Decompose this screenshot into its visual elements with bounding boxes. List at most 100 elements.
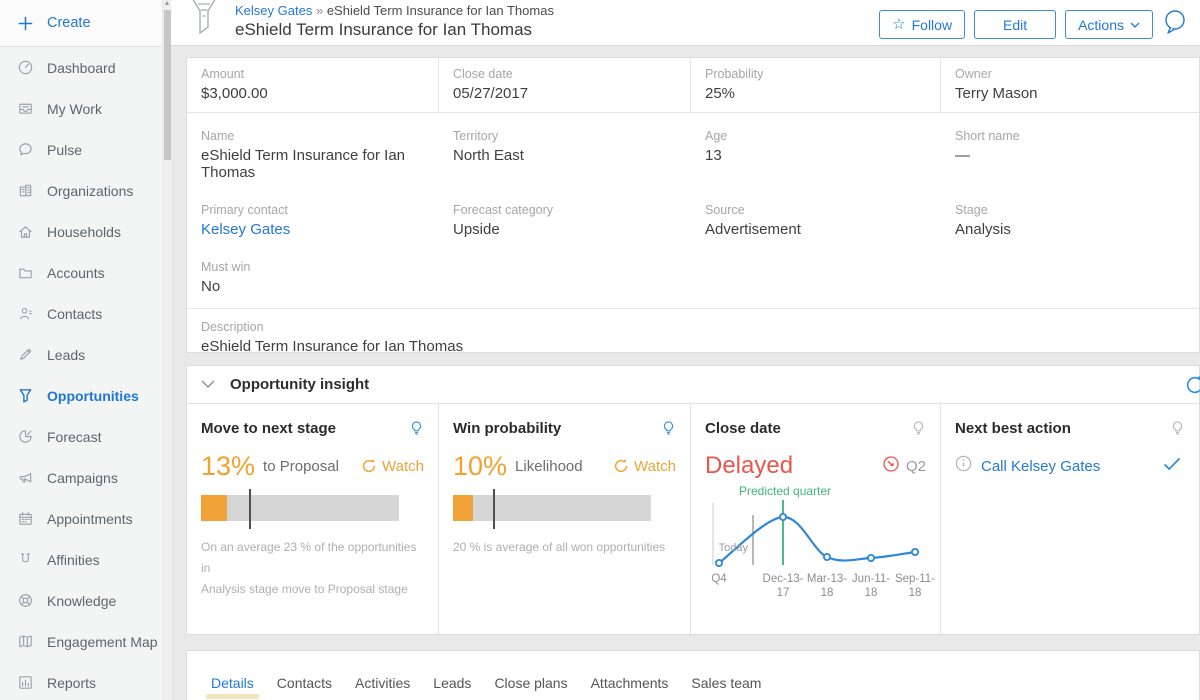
sidebar-item-organizations[interactable]: Organizations [0,170,162,211]
sidebar-item-knowledge[interactable]: Knowledge [0,580,162,621]
field-name: Name eShield Term Insurance for Ian Thom… [187,118,439,192]
field-description: Description eShield Term Insurance for I… [187,308,1199,369]
tab-leads[interactable]: Leads [433,675,471,691]
tab-close-plans[interactable]: Close plans [494,675,567,691]
speech-bubble-icon [16,141,34,159]
primary-contact-link[interactable]: Kelsey Gates [201,221,425,238]
stage-move-percentage: 13% [201,451,255,482]
bulb-icon [911,420,926,442]
stage-progress-bar [201,495,399,521]
edit-button[interactable]: Edit [974,10,1056,39]
watch-button[interactable]: Watch [613,458,676,475]
predicted-quarter-label: Predicted quarter [739,484,831,498]
today-label: Today [719,542,749,554]
tab-contacts[interactable]: Contacts [277,675,332,691]
header-actions: ☆ Follow Edit Actions [879,8,1188,41]
scroll-up-arrow-icon[interactable]: ▲ [163,0,171,7]
chart-line [719,517,915,563]
calendar-icon [16,510,34,528]
sidebar-item-engagement-map[interactable]: Engagement Map [0,621,162,662]
field-owner: Owner Terry Mason [941,58,1199,112]
data-point [868,555,874,561]
megaphone-icon [16,469,34,487]
sidebar-item-affinities[interactable]: Affinities [0,539,162,580]
scrollbar-thumb[interactable] [164,10,171,160]
card-next-best-action: Next best action Call Kelsey Gates [941,404,1199,634]
sidebar-item-leads[interactable]: Leads [0,334,162,375]
refresh-icon[interactable] [1184,374,1200,401]
sidebar-item-pulse[interactable]: Pulse [0,129,162,170]
opportunity-insight-panel: Opportunity insight Move to next stage 1… [186,365,1200,635]
record-fields-panel: Amount $3,000.00 Close date 05/27/2017 P… [186,57,1200,353]
breadcrumb-current: eShield Term Insurance for Ian Thomas [327,3,554,18]
card-caption: 20 % is average of all won opportunities [453,537,676,558]
sidebar-scrollbar[interactable]: ▲ [162,0,171,700]
watch-refresh-icon [613,458,629,474]
card-close-date: Close date Delayed Q2 Predicted quarter [691,404,941,634]
card-title: Close date [705,420,781,437]
breadcrumb-link[interactable]: Kelsey Gates [235,3,312,18]
tab-activities[interactable]: Activities [355,675,410,691]
insight-title: Opportunity insight [230,376,369,393]
map-icon [16,633,34,651]
sidebar-item-appointments[interactable]: Appointments [0,498,162,539]
check-icon[interactable] [1163,457,1181,476]
data-point [824,554,830,560]
sidebar-item-accounts[interactable]: Accounts [0,252,162,293]
average-marker [493,489,495,529]
tab-details[interactable]: Details [211,675,254,691]
sidebar-item-create[interactable]: Create [0,0,162,47]
detail-fields-grid: Name eShield Term Insurance for Ian Thom… [187,113,1199,306]
follow-button[interactable]: ☆ Follow [879,10,965,39]
stage-move-target: to Proposal [263,458,339,475]
building-icon [16,182,34,200]
field-age: Age 13 [691,118,941,192]
actions-button[interactable]: Actions [1065,10,1153,39]
predicted-quarter-value: Q2 [906,458,926,475]
watch-button[interactable]: Watch [361,458,424,475]
sidebar-item-contacts[interactable]: Contacts [0,293,162,334]
star-icon: ☆ [892,17,905,32]
page-title: eShield Term Insurance for Ian Thomas [235,20,554,40]
win-probability-percentage: 10% [453,451,507,482]
breadcrumb: Kelsey Gates » eShield Term Insurance fo… [235,3,554,40]
call-action-link[interactable]: Call Kelsey Gates [981,458,1100,475]
field-primary-contact: Primary contact Kelsey Gates [187,192,439,249]
bulb-icon [661,420,676,442]
progress-fill [201,495,227,521]
sidebar-nav: Dashboard My Work Pulse Organizations Ho… [0,47,162,700]
bar-chart-icon [16,674,34,692]
field-stage: Stage Analysis [941,192,1199,249]
average-marker [249,489,251,529]
sidebar-item-campaigns[interactable]: Campaigns [0,457,162,498]
sidebar-item-my-work[interactable]: My Work [0,88,162,129]
create-label: Create [47,15,91,31]
sidebar-item-reports[interactable]: Reports [0,662,162,700]
dashboard-icon [16,59,34,77]
likelihood-progress-bar [453,495,651,521]
field-close-date: Close date 05/27/2017 [439,58,691,112]
close-date-status: Delayed [705,452,793,480]
watch-refresh-icon [361,458,377,474]
magnet-icon [16,551,34,569]
summary-row: Amount $3,000.00 Close date 05/27/2017 P… [187,58,1199,113]
sidebar-item-dashboard[interactable]: Dashboard [0,47,162,88]
sidebar-item-opportunities[interactable]: Opportunities [0,375,162,416]
delayed-icon [882,455,900,477]
opportunity-funnel-icon [187,0,221,42]
person-icon [16,305,34,323]
breadcrumb-separator: » [316,3,323,18]
sidebar-item-households[interactable]: Households [0,211,162,252]
funnel-icon [16,387,34,405]
sidebar-item-forecast[interactable]: Forecast [0,416,162,457]
tab-attachments[interactable]: Attachments [591,675,669,691]
card-title: Move to next stage [201,420,336,437]
record-header: Kelsey Gates » eShield Term Insurance fo… [171,0,1200,46]
chat-bubble-icon[interactable] [1162,8,1188,41]
data-point [780,514,786,520]
house-icon [16,223,34,241]
chevron-down-icon [1130,22,1140,28]
tab-sales-team[interactable]: Sales team [691,675,761,691]
sidebar: Create Dashboard My Work Pulse Organizat… [0,0,162,700]
collapse-chevron-icon[interactable] [201,380,215,389]
